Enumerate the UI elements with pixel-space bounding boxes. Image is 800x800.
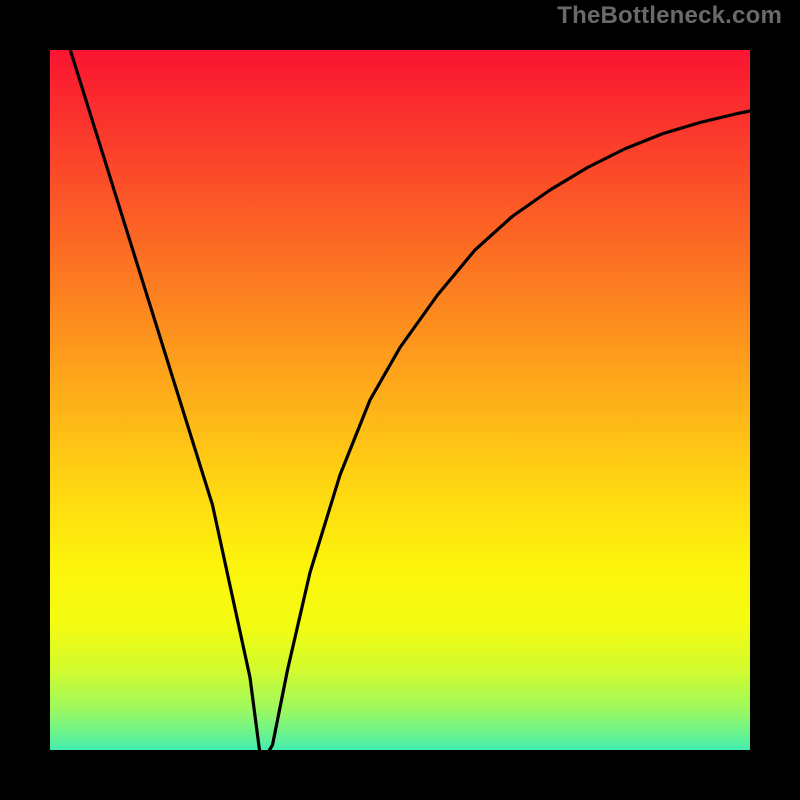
chart-container: TheBottleneck.com (0, 0, 800, 800)
plot-area (25, 25, 775, 775)
bottleneck-chart (0, 0, 800, 800)
gradient-background (25, 25, 775, 775)
watermark-label: TheBottleneck.com (557, 2, 782, 30)
